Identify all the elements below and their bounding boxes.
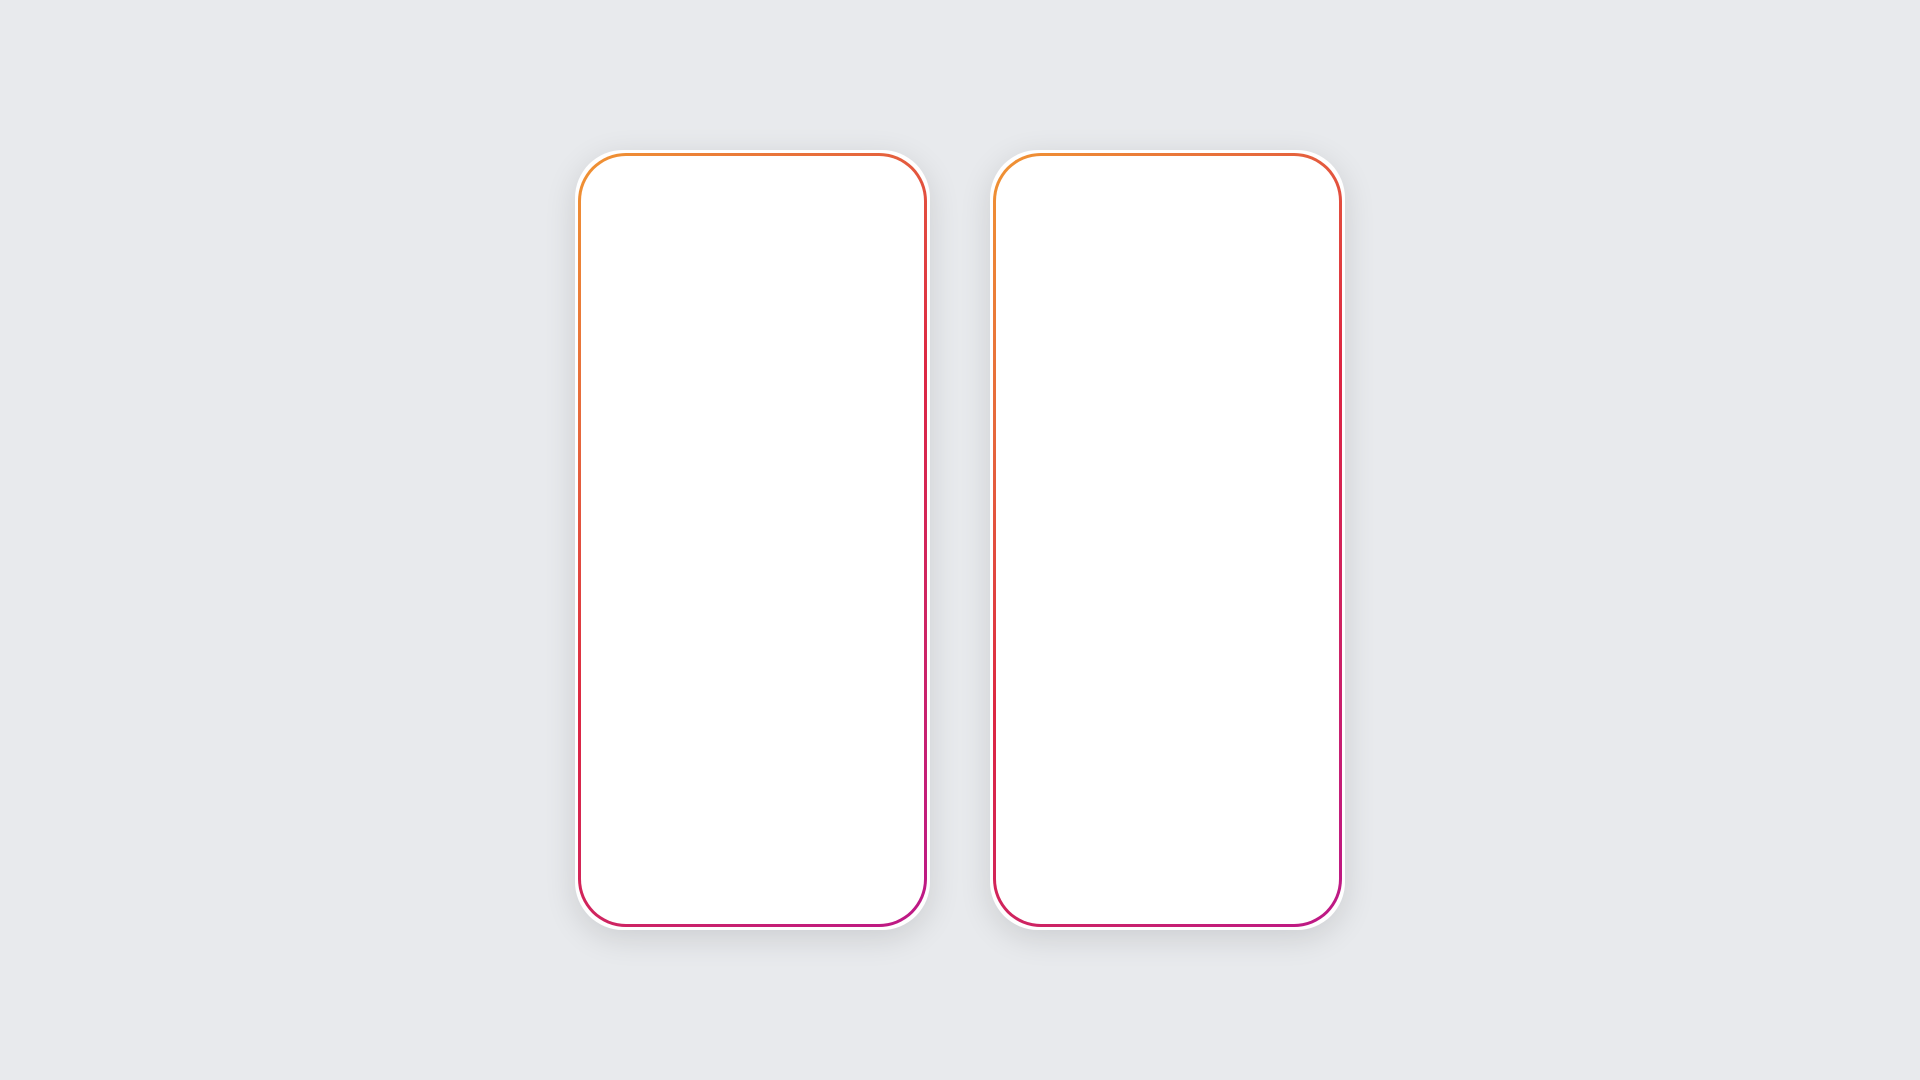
helpline-item-2[interactable]: Contact a helpline Call or text for supp… <box>1013 400 1322 465</box>
reels-nav-1[interactable] <box>739 877 765 903</box>
friend-item-1[interactable]: Reach out to a friend Message someone yo… <box>598 465 907 530</box>
helpline-title-1: Contact a helpline <box>648 416 888 432</box>
search-input-wrap-1[interactable]: 🔍 self-harm thoughts <box>594 198 854 231</box>
search-area-2: 🔍 bulimic Cancel <box>993 190 1342 239</box>
tab-top-1[interactable]: Top <box>594 239 643 275</box>
professionals-title-1: See suggestions from professionals outsi… <box>648 544 888 576</box>
tab-accounts-2[interactable]: Accounts <box>1058 239 1140 275</box>
professionals-desc-2: Learn what you can do in the moment <box>1063 578 1303 592</box>
search-icon-1: 🔍 <box>606 207 622 223</box>
professionals-title-2: See suggestions from professionals outsi… <box>1063 544 1303 576</box>
friend-title-1: Reach out to a friend <box>648 481 888 497</box>
status-bar-2: 9:41 <box>993 153 1342 190</box>
helpline-desc-2: Call or text for support <box>1063 434 1303 448</box>
status-icons-1 <box>835 168 903 184</box>
professionals-text-1: See suggestions from professionals outsi… <box>648 544 888 592</box>
friend-chevron-1: › <box>902 488 907 506</box>
friend-desc-2: Message someone you trust <box>1063 499 1303 513</box>
bottom-nav-1 <box>578 864 927 927</box>
tab-places-2[interactable]: Places <box>1193 239 1259 275</box>
professionals-item-2[interactable]: See suggestions from professionals outsi… <box>1013 530 1322 606</box>
help-content-2: Help is available If you or someone you … <box>993 276 1342 864</box>
help-subtitle-1: If you or someone you know may be strugg… <box>598 333 907 372</box>
bottom-nav-2 <box>993 864 1342 927</box>
shop-nav-1[interactable] <box>801 877 827 903</box>
friend-text-2: Reach out to a friend Message someone yo… <box>1063 481 1303 513</box>
helpline-item-1[interactable]: Contact a helpline Call or text for supp… <box>598 400 907 465</box>
professionals-text-2: See suggestions from professionals outsi… <box>1063 544 1303 592</box>
tabs-2: Top Accounts Tags Places <box>993 239 1342 276</box>
friend-desc-1: Message someone you trust <box>648 499 888 513</box>
tab-tags-1[interactable]: Tags <box>724 239 778 275</box>
tabs-1: Top Accounts Tags Places <box>578 239 927 276</box>
newspaper-icon-2 <box>1013 550 1049 586</box>
battery-icon-1 <box>881 170 903 181</box>
phone-2: 9:41 <box>990 150 1345 930</box>
newspaper-icon-1 <box>598 550 634 586</box>
search-input-1[interactable]: self-harm thoughts <box>630 206 842 223</box>
helpline-title-2: Contact a helpline <box>1063 416 1303 432</box>
search-input-wrap-2[interactable]: 🔍 bulimic <box>1009 198 1269 231</box>
signal-icon-2 <box>1250 169 1268 182</box>
wifi-icon-1 <box>859 168 875 184</box>
search-icon-2: 🔍 <box>1021 207 1037 223</box>
tab-top-2[interactable]: Top <box>1009 239 1058 275</box>
search-area-1: 🔍 self-harm thoughts Cancel <box>578 190 927 239</box>
signal-icon-1 <box>835 169 853 182</box>
main-container: 9:41 <box>575 150 1345 930</box>
profile-nav-1[interactable] <box>863 877 889 903</box>
friend-text-1: Reach out to a friend Message someone yo… <box>648 481 888 513</box>
help-subtitle-2: If you or someone you know may be strugg… <box>1013 333 1322 372</box>
phone-icon-2 <box>1013 414 1049 450</box>
professionals-item-1[interactable]: See suggestions from professionals outsi… <box>598 530 907 606</box>
status-icons-2 <box>1250 168 1318 184</box>
friend-title-2: Reach out to a friend <box>1063 481 1303 497</box>
helpline-desc-1: Call or text for support <box>648 434 888 448</box>
message-icon-2 <box>1013 479 1049 515</box>
search-nav-1[interactable] <box>678 877 704 903</box>
helpline-text-2: Contact a helpline Call or text for supp… <box>1063 416 1303 448</box>
search-nav-2[interactable] <box>1093 877 1119 903</box>
battery-icon-2 <box>1296 170 1318 181</box>
help-title-2: Help is available <box>1013 300 1322 323</box>
help-title-1: Help is available <box>598 300 907 323</box>
friend-chevron-2: › <box>1317 488 1322 506</box>
home-nav-1[interactable] <box>616 877 642 903</box>
help-content-1: Help is available If you or someone you … <box>578 276 927 864</box>
helpline-chevron-2: › <box>1317 423 1322 441</box>
time-2: 9:41 <box>1017 167 1047 184</box>
message-icon-1 <box>598 479 634 515</box>
wifi-icon-2 <box>1274 168 1290 184</box>
shop-nav-2[interactable] <box>1216 877 1242 903</box>
profile-nav-2[interactable] <box>1278 877 1304 903</box>
reels-nav-2[interactable] <box>1154 877 1180 903</box>
professionals-chevron-2: › <box>1317 559 1322 577</box>
professionals-chevron-1: › <box>902 559 907 577</box>
helpline-chevron-1: › <box>902 423 907 441</box>
time-1: 9:41 <box>602 167 632 184</box>
tab-accounts-1[interactable]: Accounts <box>643 239 725 275</box>
cancel-button-2[interactable]: Cancel <box>1279 206 1326 223</box>
friend-item-2[interactable]: Reach out to a friend Message someone yo… <box>1013 465 1322 530</box>
phone-icon-1 <box>598 414 634 450</box>
professionals-desc-1: Learn what you can do in the moment <box>648 578 888 592</box>
search-input-2[interactable]: bulimic <box>1045 206 1257 223</box>
tab-places-1[interactable]: Places <box>778 239 844 275</box>
tab-tags-2[interactable]: Tags <box>1139 239 1193 275</box>
cancel-button-1[interactable]: Cancel <box>864 206 911 223</box>
status-bar-1: 9:41 <box>578 153 927 190</box>
home-nav-2[interactable] <box>1031 877 1057 903</box>
phone-1: 9:41 <box>575 150 930 930</box>
helpline-text-1: Contact a helpline Call or text for supp… <box>648 416 888 448</box>
